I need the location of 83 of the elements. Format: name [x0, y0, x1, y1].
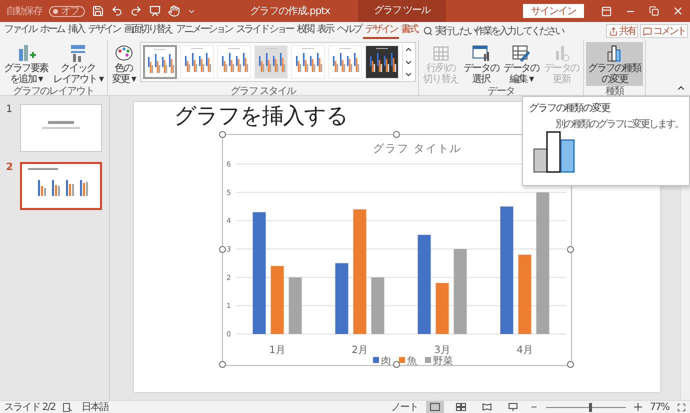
legend-label: 魚 — [407, 356, 417, 367]
ribbon-tab[interactable]: アニメーション — [174, 23, 234, 39]
category-label: 4月 — [516, 345, 533, 356]
chart-title: グラフ タイトル — [373, 142, 462, 155]
ribbon-tab[interactable]: 書式 — [399, 23, 420, 39]
slide-number: 2 — [6, 162, 14, 173]
group-label: データ — [488, 86, 515, 97]
sign-in-button[interactable]: サインイン — [523, 4, 584, 18]
legend-label: 野菜 — [433, 356, 453, 367]
share-icon — [609, 26, 618, 36]
presentation-icon[interactable] — [149, 5, 161, 17]
language-indicator[interactable]: 日本語 — [81, 400, 108, 413]
autosave-label: 自動保存 — [6, 5, 42, 18]
ribbon-button[interactable]: グラフ要素 を追加 ▾ — [2, 42, 50, 86]
slide-counter: スライド 2/2 — [4, 400, 56, 413]
ribbon-tab[interactable]: ホーム — [38, 23, 66, 39]
ribbon-button[interactable]: データの 選択 — [461, 42, 501, 86]
bar — [371, 277, 384, 334]
category-label: 1月 — [269, 345, 286, 356]
hand-icon[interactable] — [168, 5, 180, 17]
legend-label: 肉 — [381, 356, 391, 367]
category-label: 2月 — [352, 345, 368, 356]
share-button[interactable]: 共有 — [606, 24, 638, 38]
window-title: グラフの作成.pptx — [250, 4, 330, 18]
bar — [335, 263, 348, 334]
ribbon-tab[interactable]: 校閲 — [295, 23, 316, 39]
resize-handle[interactable] — [219, 131, 226, 138]
category-label: 3月 — [434, 345, 450, 356]
group-label: グラフ スタイル — [230, 86, 296, 97]
resize-handle[interactable] — [219, 246, 226, 253]
ribbon-tab[interactable]: 表示 — [315, 23, 336, 39]
ribbon-tab[interactable]: デザイン — [86, 23, 122, 39]
context-label: グラフ ツール — [358, 0, 446, 22]
zoom-slider-thumb[interactable] — [588, 402, 592, 412]
ribbon-button[interactable]: 色の 変更 ▾ — [110, 42, 138, 86]
zoom-in-icon[interactable] — [634, 403, 642, 411]
notes-button[interactable]: ノート — [390, 400, 418, 413]
edit-data-icon — [511, 43, 532, 63]
comment-icon — [643, 26, 652, 36]
add-element-icon — [16, 43, 36, 63]
ribbon-tab[interactable]: 挿入 — [66, 23, 86, 39]
zoom-level[interactable]: 77% — [650, 400, 669, 413]
ribbon-tab[interactable]: ファイル — [2, 23, 38, 39]
chart-style-thumbnail[interactable] — [143, 45, 178, 79]
view-button[interactable] — [426, 401, 444, 413]
more-icon[interactable] — [404, 70, 414, 79]
slide-number: 1 — [6, 104, 14, 115]
resize-handle[interactable] — [219, 361, 226, 368]
ribbon-display-icon[interactable] — [600, 6, 612, 16]
undo-icon[interactable] — [111, 5, 123, 17]
resize-handle[interactable] — [393, 361, 400, 368]
fit-to-window-icon[interactable] — [677, 402, 686, 412]
ribbon-button[interactable]: クイック レイアウト ▾ — [51, 42, 105, 86]
save-icon[interactable] — [92, 5, 104, 17]
bar — [436, 283, 449, 334]
group-label: 種類 — [605, 86, 624, 97]
scroll-up-icon[interactable] — [404, 45, 414, 54]
group-label: グラフのレイアウト — [12, 86, 94, 97]
ribbon-button[interactable]: グラフの種類 の変更 — [586, 42, 643, 86]
tooltip-text: 別の種類のグラフに変更します。 — [556, 118, 683, 131]
search-field[interactable]: 実行したい作業を入力してください — [435, 24, 564, 38]
resize-handle[interactable] — [567, 246, 574, 253]
slide-thumbnail[interactable] — [20, 162, 102, 210]
palette-icon — [114, 43, 134, 63]
restore-icon[interactable] — [649, 6, 659, 16]
ribbon-tab[interactable]: デザイン — [363, 23, 400, 39]
resize-handle[interactable] — [567, 361, 574, 368]
bar — [270, 266, 284, 334]
redo-icon[interactable] — [130, 5, 142, 17]
search-icon[interactable] — [423, 26, 434, 36]
select-data-icon — [471, 43, 492, 63]
bar-chart-icon — [533, 131, 577, 173]
close-icon[interactable] — [672, 5, 684, 17]
ribbon-tab[interactable]: スライド ショー — [234, 23, 296, 39]
ribbon-button[interactable]: データの 編集 ▾ — [502, 42, 541, 86]
comment-button[interactable]: コメント — [640, 24, 688, 38]
bar — [288, 277, 302, 334]
tooltip-title: グラフの種類の変更 — [529, 102, 612, 115]
slide-title: グラフを挿入する — [174, 104, 348, 130]
slide-thumbnail[interactable] — [20, 104, 102, 152]
ribbon-tab[interactable]: ヘルプ — [335, 23, 364, 39]
ribbon-tab[interactable]: 画面切り替え — [122, 23, 174, 39]
resize-handle[interactable] — [393, 131, 400, 138]
